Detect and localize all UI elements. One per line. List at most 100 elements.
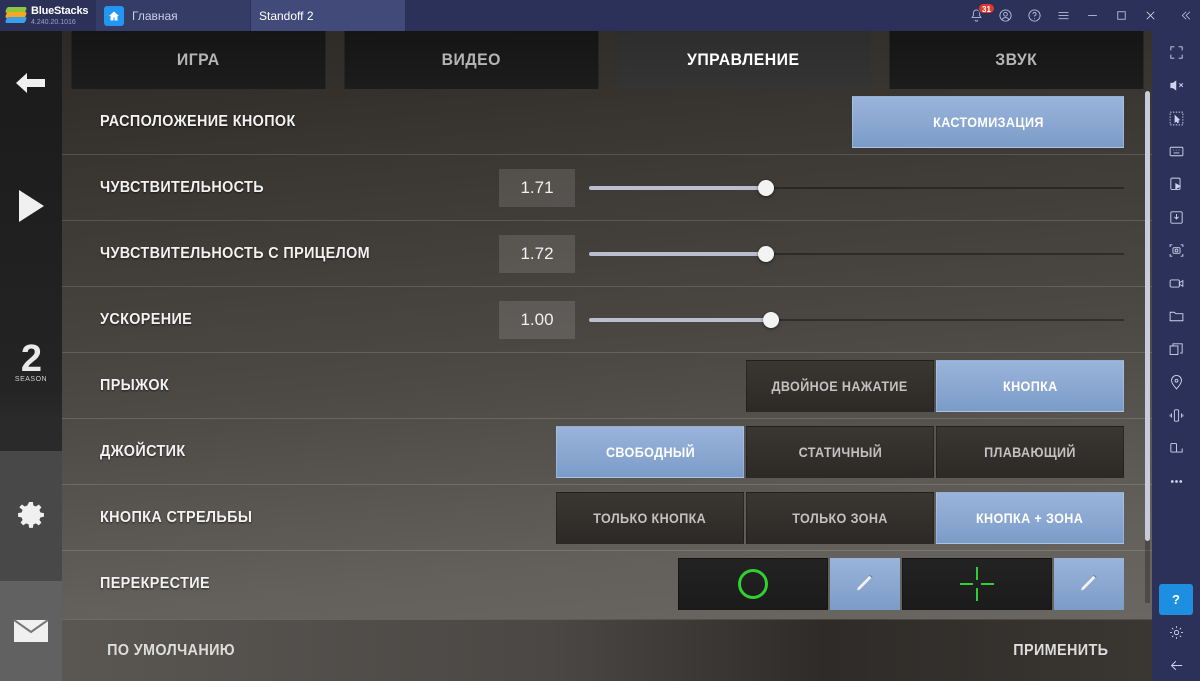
macro-script-icon[interactable]	[1159, 169, 1193, 200]
back-arrow-icon[interactable]	[0, 31, 62, 136]
settings-footer: ПО УМОЛЧАНИЮ ПРИМЕНИТЬ	[62, 619, 1152, 681]
window-tab-standoff2-label: Standoff 2	[259, 8, 314, 23]
window-controls: 31	[962, 0, 1200, 31]
row-button-layout: РАСПОЛОЖЕНИЕ КНОПОК КАСТОМИЗАЦИЯ	[62, 89, 1152, 155]
game-left-rail: 2 SEASON	[0, 31, 62, 681]
help-icon[interactable]: ?	[1159, 584, 1193, 615]
defaults-button[interactable]: ПО УМОЛЧАНИЮ	[107, 642, 235, 660]
edit-ring-crosshair-button[interactable]	[830, 558, 900, 610]
joystick-option-floating[interactable]: ПЛАВАЮЩИЙ	[936, 426, 1124, 478]
settings-scrollbar[interactable]	[1145, 91, 1150, 603]
multi-instance-icon[interactable]	[1159, 334, 1193, 365]
edit-cross-crosshair-button[interactable]	[1054, 558, 1124, 610]
maximize-button[interactable]	[1107, 0, 1136, 31]
bluestacks-right-toolbar: ?	[1152, 31, 1200, 681]
minimize-button[interactable]	[1078, 0, 1107, 31]
screenshot-icon[interactable]	[1159, 235, 1193, 266]
notifications-button[interactable]: 31	[962, 0, 995, 31]
season-label: SEASON	[14, 376, 48, 384]
row-acceleration-label: УСКОРЕНИЕ	[100, 310, 193, 328]
location-pin-icon[interactable]	[1159, 367, 1193, 398]
window-tab-home[interactable]: Главная	[96, 0, 251, 31]
tab-controls[interactable]: УПРАВЛЕНИЕ	[616, 31, 870, 89]
row-crosshair: ПЕРЕКРЕСТИЕ	[62, 551, 1152, 617]
mute-icon[interactable]	[1159, 70, 1193, 101]
window-tab-standoff2[interactable]: Standoff 2	[62, 0, 1152, 681]
collapse-sidebar-button[interactable]	[1171, 0, 1200, 31]
tab-video[interactable]: ВИДЕО	[344, 31, 598, 89]
brand-name: BlueStacks	[31, 4, 89, 17]
tab-sound[interactable]: ЗВУК	[889, 31, 1143, 89]
pencil-edit-icon	[1079, 574, 1097, 592]
slider-thumb[interactable]	[762, 311, 779, 328]
joystick-option-static[interactable]: СТАТИЧНЫЙ	[746, 426, 934, 478]
row-jump: ПРЫЖОК ДВОЙНОЕ НАЖАТИЕ КНОПКА	[62, 353, 1152, 419]
season-number: 2	[20, 337, 42, 380]
record-video-icon[interactable]	[1159, 268, 1193, 299]
window-tab-home-label: Главная	[132, 8, 178, 23]
acceleration-slider[interactable]	[589, 311, 1124, 328]
fire-option-zone-only[interactable]: ТОЛЬКО ЗОНА	[746, 492, 934, 544]
help-button[interactable]	[1020, 0, 1049, 31]
cross-shape-icon	[960, 567, 994, 601]
close-button[interactable]	[1136, 0, 1165, 31]
customization-button[interactable]: КАСТОМИЗАЦИЯ	[852, 96, 1124, 148]
settings-tabs: ИГРА ВИДЕО УПРАВЛЕНИЕ ЗВУК	[62, 31, 1152, 89]
apply-button[interactable]: ПРИМЕНИТЬ	[1014, 642, 1109, 660]
keyboard-icon[interactable]	[1159, 136, 1193, 167]
row-acceleration: УСКОРЕНИЕ 1.00	[62, 287, 1152, 353]
gear-icon[interactable]	[1159, 617, 1193, 648]
scrollbar-thumb[interactable]	[1145, 91, 1150, 541]
sensitivity-slider[interactable]	[589, 179, 1124, 196]
row-fire-button-label: КНОПКА СТРЕЛЬБЫ	[100, 508, 253, 526]
jump-option-double-tap[interactable]: ДВОЙНОЕ НАЖАТИЕ	[746, 360, 934, 412]
rotate-screen-icon[interactable]	[1159, 433, 1193, 464]
game-viewport: ИГРА ВИДЕО УПРАВЛЕНИЕ ЗВУК РАСПОЛОЖЕНИЕ …	[62, 31, 1152, 681]
bluestacks-brand: BlueStacks 4.240.20.1016	[0, 0, 96, 31]
help-label: ?	[1172, 592, 1180, 607]
row-button-layout-label: РАСПОЛОЖЕНИЕ КНОПОК	[100, 112, 296, 130]
title-bar: BlueStacks 4.240.20.1016 Главная Standof…	[0, 0, 1200, 681]
select-region-icon[interactable]	[1159, 103, 1193, 134]
slider-thumb[interactable]	[757, 245, 774, 262]
shake-icon[interactable]	[1159, 400, 1193, 431]
acceleration-value[interactable]: 1.00	[499, 300, 575, 339]
fullscreen-icon[interactable]	[1159, 37, 1193, 68]
joystick-option-free[interactable]: СВОБОДНЫЙ	[556, 426, 744, 478]
tab-game[interactable]: ИГРА	[71, 31, 325, 89]
install-apk-icon[interactable]	[1159, 202, 1193, 233]
settings-rows: РАСПОЛОЖЕНИЕ КНОПОК КАСТОМИЗАЦИЯ ЧУВСТВИ…	[62, 89, 1152, 615]
slider-fill	[589, 317, 771, 322]
slider-thumb[interactable]	[757, 179, 774, 196]
envelope-icon[interactable]	[0, 581, 62, 681]
folder-icon[interactable]	[1159, 301, 1193, 332]
menu-button[interactable]	[1049, 0, 1078, 31]
season-badge: 2 SEASON	[0, 276, 62, 451]
more-options-icon[interactable]	[1159, 466, 1193, 497]
row-aim-sensitivity-label: ЧУВСТВИТЕЛЬНОСТЬ С ПРИЦЕЛОМ	[100, 244, 371, 262]
home-icon	[104, 5, 124, 26]
bluestacks-logo-icon	[4, 6, 28, 25]
row-aim-sensitivity: ЧУВСТВИТЕЛЬНОСТЬ С ПРИЦЕЛОМ 1.72	[62, 221, 1152, 287]
sensitivity-value[interactable]: 1.71	[499, 168, 575, 207]
aim-sensitivity-slider[interactable]	[589, 245, 1124, 262]
row-fire-button: КНОПКА СТРЕЛЬБЫ ТОЛЬКО КНОПКА ТОЛЬКО ЗОН…	[62, 485, 1152, 551]
window-tab-strip: Главная Standoff 2	[62, 0, 1152, 681]
jump-option-button[interactable]: КНОПКА	[936, 360, 1124, 412]
aim-sensitivity-value[interactable]: 1.72	[499, 234, 575, 273]
gear-icon[interactable]	[0, 451, 62, 581]
green-ring-crosshair[interactable]	[678, 558, 828, 610]
row-joystick: ДЖОЙСТИК СВОБОДНЫЙ СТАТИЧНЫЙ ПЛАВАЮЩИЙ	[62, 419, 1152, 485]
row-jump-label: ПРЫЖОК	[100, 376, 170, 394]
account-button[interactable]	[991, 0, 1020, 31]
fire-option-button-only[interactable]: ТОЛЬКО КНОПКА	[556, 492, 744, 544]
bluestacks-window: BlueStacks 4.240.20.1016 Главная Standof…	[0, 0, 1200, 681]
titlebar-spacer	[406, 0, 962, 31]
fire-option-button-and-zone[interactable]: КНОПКА + ЗОНА	[936, 492, 1124, 544]
row-crosshair-label: ПЕРЕКРЕСТИЕ	[100, 575, 210, 592]
green-cross-crosshair[interactable]	[902, 558, 1052, 610]
play-icon[interactable]	[0, 136, 62, 276]
slider-fill	[589, 251, 766, 256]
row-sensitivity-label: ЧУВСТВИТЕЛЬНОСТЬ	[100, 178, 264, 196]
back-arrow-icon[interactable]	[1159, 650, 1193, 681]
